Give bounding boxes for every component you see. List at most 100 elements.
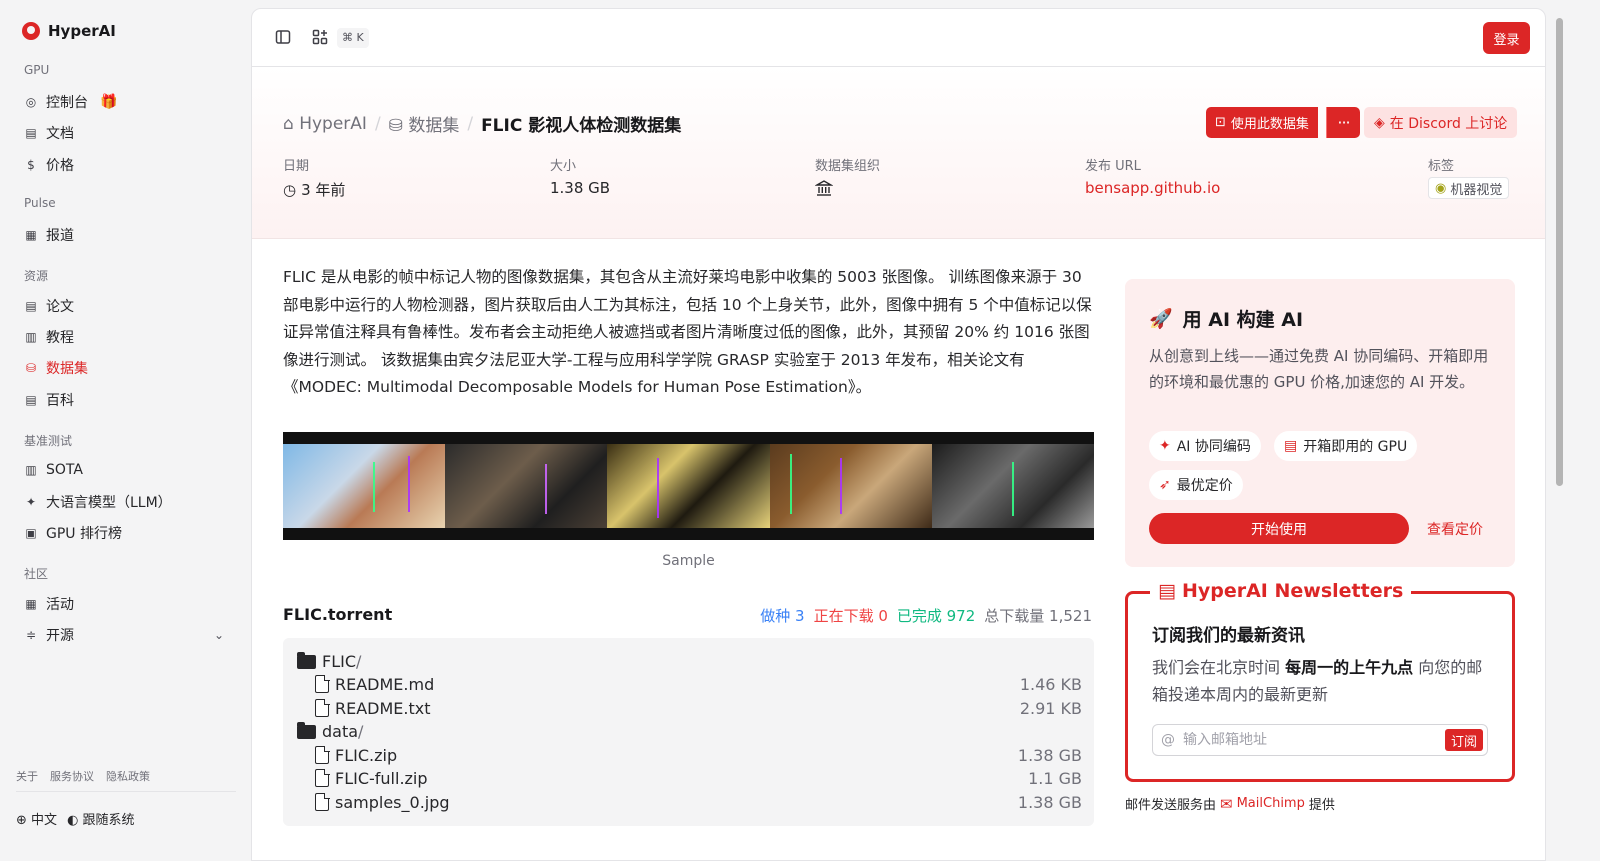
discord-button[interactable]: ◈ 在 Discord 上讨论 [1364,107,1518,138]
pose-skeleton [545,464,548,514]
sidebar-item-console[interactable]: ◎ 控制台 🎁 [16,88,236,116]
sidebar-item-label: 百科 [46,393,74,409]
folder-row[interactable]: FLIC / [297,650,361,672]
doc-icon: ▤ [25,126,37,140]
newspaper-icon: ▦ [25,228,37,242]
file-icon [315,698,330,717]
sidebar-item-opensource[interactable]: ≑ 开源 ⌄ [16,621,236,649]
mail-icon: ✉ [1220,794,1233,813]
tag-badge[interactable]: ◉ 机器视觉 [1428,177,1510,199]
sidebar: HyperAI GPU ◎ 控制台 🎁 ▤ 文档 $ 价格 Pulse ▦ 报道… [0,0,250,861]
login-button[interactable]: 登录 [1483,22,1530,54]
file-row[interactable]: README.txt [315,697,431,719]
dataset-header: ⌂ HyperAI / ⛁ 数据集 / FLIC 影视人体检测数据集 ⊡ 使用此… [252,67,1545,239]
file-row[interactable]: README.md [315,673,434,695]
folder-row[interactable]: data / [297,720,363,742]
institution-icon[interactable] [815,179,833,197]
folder-name: FLIC [322,651,357,671]
date-value: ◷ 3 年前 [283,179,345,200]
sidebar-item-wiki[interactable]: ▤ 百科 [16,386,236,414]
chart-icon: ▥ [25,463,37,477]
rocket-icon: ➶ [1159,477,1171,493]
sidebar-item-llm[interactable]: ✦ 大语言模型（LLM） [16,488,236,516]
more-options-button[interactable]: ··· [1326,107,1360,138]
language-switch[interactable]: ⊕ 中文 [16,809,57,828]
page-title: FLIC 影视人体检测数据集 [481,116,682,136]
breadcrumb-datasets[interactable]: ⛁ 数据集 [389,111,460,136]
command-shortcut[interactable]: ⌘ K [337,28,369,48]
breadcrumb-home[interactable]: ⌂ HyperAI [283,114,367,134]
mailchimp-link[interactable]: MailChimp [1237,796,1305,811]
sidebar-item-tutorials[interactable]: ▥ 教程 [16,323,236,351]
sidebar-item-papers[interactable]: ▤ 论文 [16,292,236,320]
file-size: 1.46 KB [1019,675,1082,694]
size-value: 1.38 GB [550,179,611,197]
scrollbar[interactable] [1553,8,1566,861]
hyperai-logo-icon [22,22,40,40]
subscribe-button[interactable]: 订阅 [1444,729,1483,751]
newsletter-title-text: HyperAI Newsletters [1181,580,1404,602]
pill-label: AI 协同编码 [1176,439,1251,455]
sidebar-item-label: 数据集 [46,361,88,377]
server-icon: ▤ [1284,438,1298,454]
link-privacy[interactable]: 隐私政策 [106,768,150,784]
sidebar-item-gpu-leaderboard[interactable]: ▣ GPU 排行榜 [16,519,236,547]
link-about[interactable]: 关于 [16,768,38,784]
newsletter-desc: 我们会在北京时间 每周一的上午九点 向您的邮箱投递本周内的最新更新 [1152,654,1497,708]
sidebar-toggle-icon[interactable] [274,28,292,46]
view-pricing-link[interactable]: 查看定价 [1427,519,1483,539]
section-label-community: 社区 [24,567,49,581]
file-name: README.txt [335,698,431,718]
use-dataset-button[interactable]: ⊡ 使用此数据集 [1206,107,1318,138]
file-row[interactable]: FLIC.zip [315,744,397,766]
start-button[interactable]: 开始使用 [1149,513,1409,544]
folder-name: data [322,721,359,741]
email-field[interactable] [1183,732,1423,748]
file-row[interactable]: FLIC-full.zip [315,767,428,789]
sidebar-item-datasets[interactable]: ⛁ 数据集 [16,354,236,382]
sample-frame [445,444,608,528]
calendar-icon: ▦ [25,597,37,611]
brand-logo[interactable]: HyperAI [22,22,116,40]
downloading-count: 正在下载 0 [813,607,888,625]
url-label: 发布 URL [1085,159,1141,174]
tags-label: 标签 [1428,159,1455,174]
sidebar-item-sota[interactable]: ▥ SOTA [16,456,236,484]
pose-skeleton [408,456,410,512]
sidebar-footer: ⊕ 中文 ◐ 跟随系统 [16,809,135,828]
sparkles-icon: ✦ [25,495,37,509]
sidebar-item-reports[interactable]: ▦ 报道 [16,221,236,249]
sample-caption: Sample [662,553,715,569]
date-text: 3 年前 [301,181,346,199]
file-row[interactable]: samples_0.jpg [315,791,450,813]
divider [16,791,236,792]
clock-icon: ◷ [283,180,297,199]
file-icon [315,745,330,764]
brand-name: HyperAI [48,22,116,40]
sidebar-item-label: 论文 [46,299,74,315]
completed-count: 已完成 972 [896,607,976,625]
apps-icon[interactable] [311,28,329,46]
chevron-down-icon: ⌄ [213,628,224,642]
publish-url-link[interactable]: bensapp.github.io [1085,179,1220,197]
terminal-icon: ⊡ [1215,115,1226,130]
ai-card-title-text: 用 AI 构建 AI [1182,309,1304,331]
sidebar-item-pricing[interactable]: $ 价格 [16,151,236,179]
discord-label: 在 Discord 上讨论 [1389,115,1508,132]
feature-pill-gpu[interactable]: ▤ 开箱即用的 GPU [1274,431,1418,461]
dataset-description: FLIC 是从电影的帧中标记人物的图像数据集，其包含从主流好莱坞电影中收集的 5… [283,268,1092,396]
link-terms[interactable]: 服务协议 [50,768,94,784]
dollar-icon: $ [27,158,35,172]
feature-pill-pricing[interactable]: ➶ 最优定价 [1149,470,1243,500]
feature-pill-coding[interactable]: ✦ AI 协同编码 [1149,431,1261,461]
theme-switch[interactable]: ◐ 跟随系统 [67,809,135,828]
sidebar-item-docs[interactable]: ▤ 文档 [16,119,236,147]
discord-icon: ◈ [1374,114,1385,131]
scrollbar-thumb[interactable] [1556,18,1563,486]
sidebar-item-events[interactable]: ▦ 活动 [16,590,236,618]
pose-skeleton [839,458,842,514]
use-dataset-label: 使用此数据集 [1230,117,1309,132]
seeding-count: 做种 3 [760,607,805,625]
file-size: 2.91 KB [1019,699,1082,718]
sample-frame [769,444,932,528]
